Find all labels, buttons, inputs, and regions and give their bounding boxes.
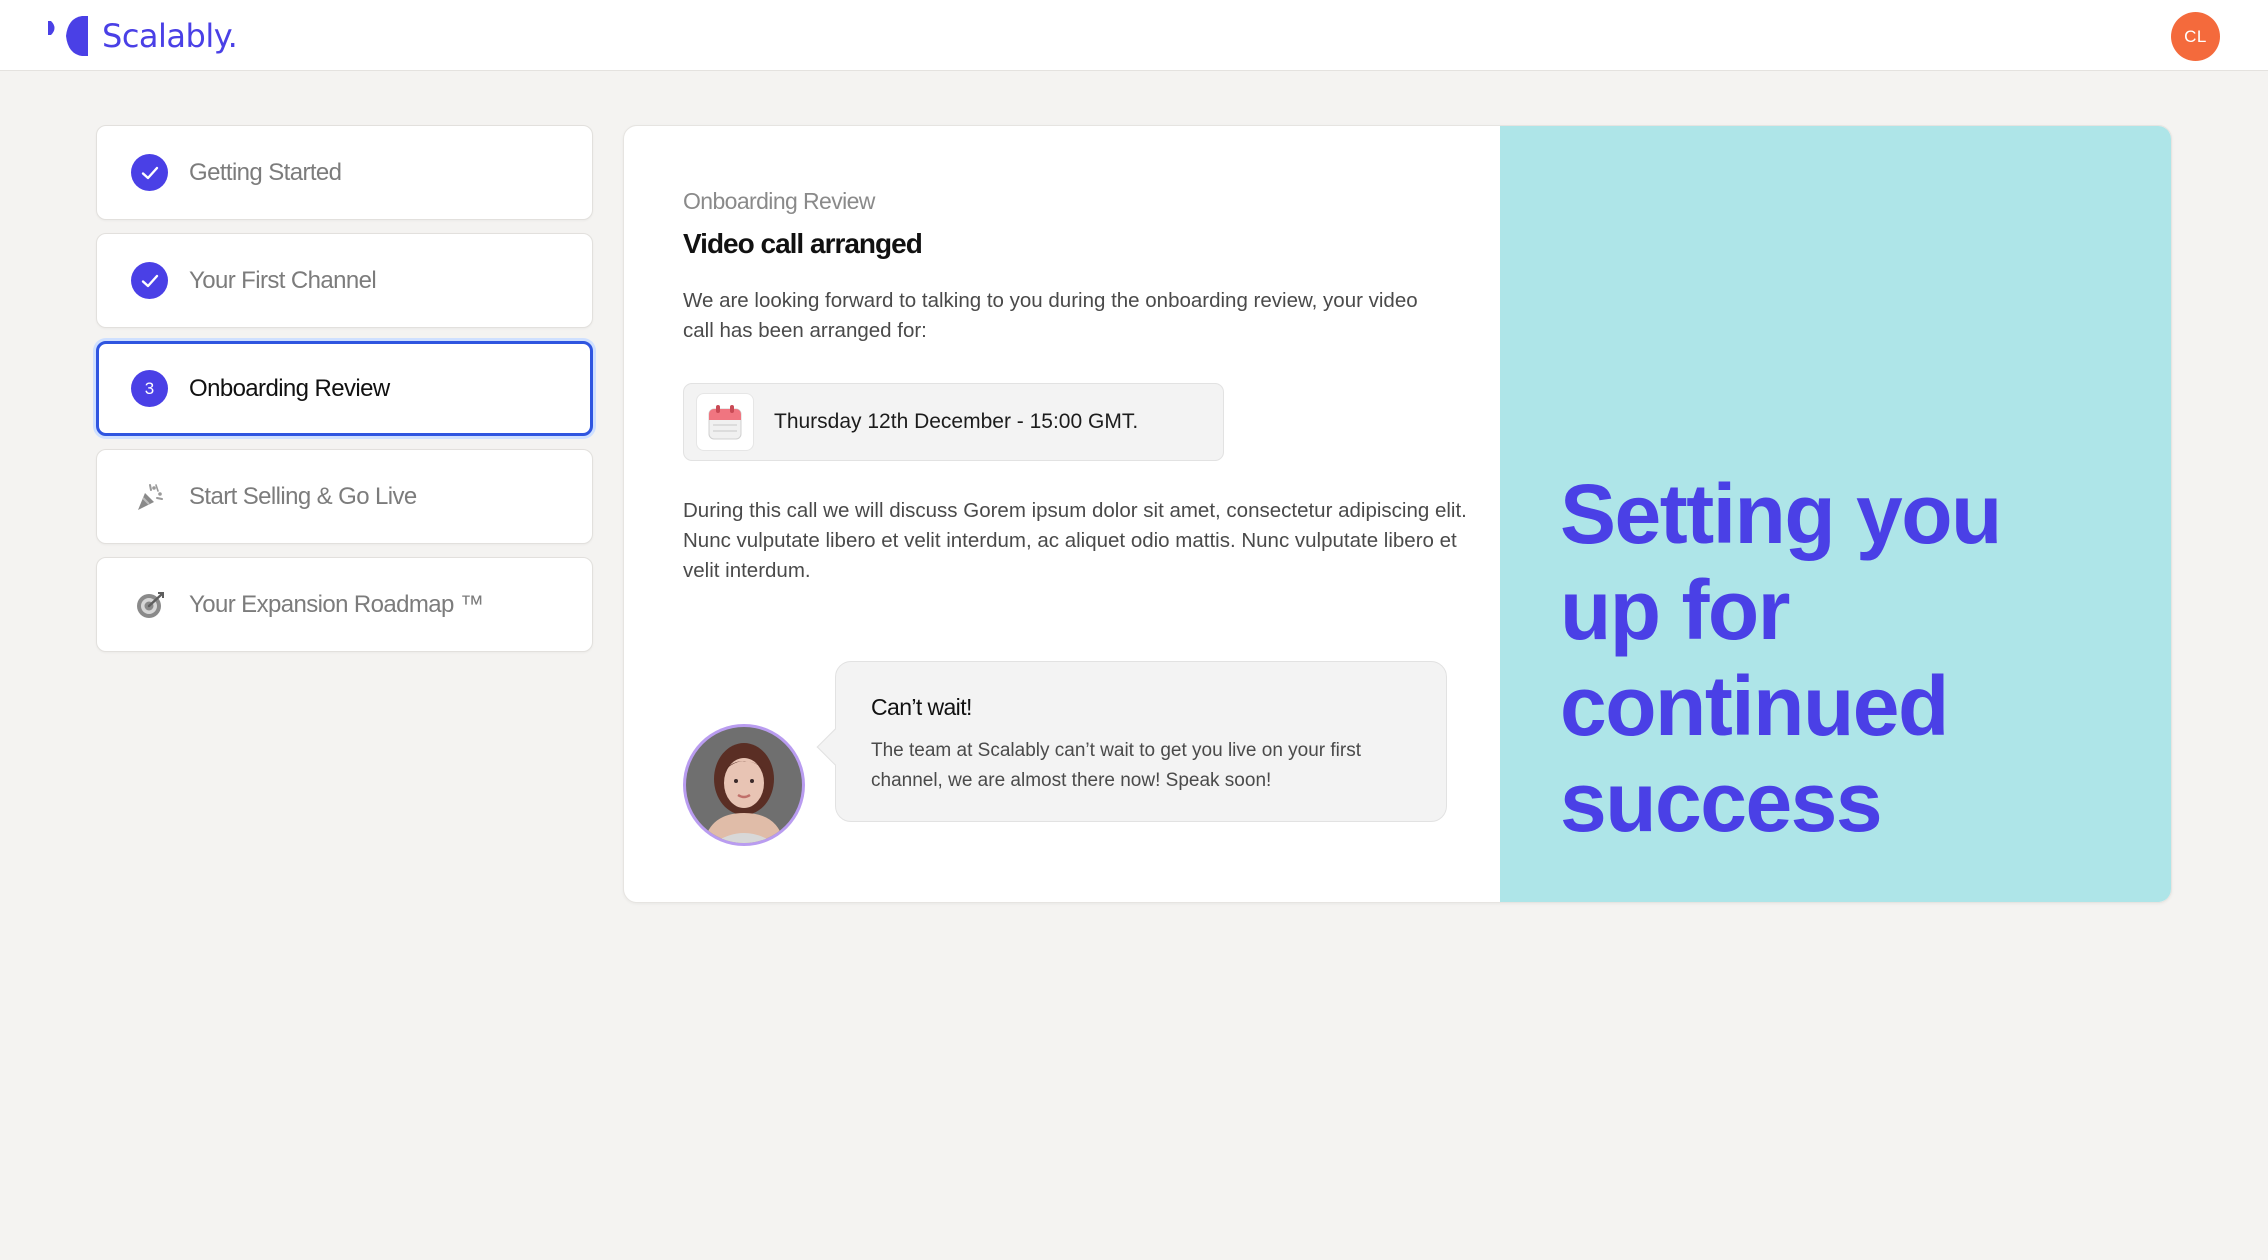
page-title: Video call arranged — [683, 228, 923, 259]
step-label: Getting Started — [189, 158, 342, 186]
calendar-icon — [696, 393, 754, 451]
party-popper-icon — [131, 478, 168, 515]
step-label: Your First Channel — [189, 266, 377, 294]
hero-heading: Setting you up for continued success — [1560, 467, 2002, 849]
check-icon — [131, 262, 168, 299]
onboarding-review-card: Onboarding Review Video call arranged We… — [623, 125, 2172, 903]
top-bar: Scalably. CL — [0, 0, 2268, 71]
step-number-badge: 3 — [131, 370, 168, 407]
step-start-selling[interactable]: Start Selling & Go Live — [96, 449, 593, 544]
call-description: During this call we will discuss Gorem i… — [683, 499, 1467, 582]
check-icon — [131, 154, 168, 191]
card-content: Onboarding Review Video call arranged We… — [624, 126, 1500, 902]
call-date-text: Thursday 12th December - 15:00 GMT. — [774, 410, 1139, 433]
logo-mark-icon — [48, 16, 88, 56]
message-text: The team at Scalably can’t wait to get y… — [871, 740, 1362, 791]
message-bubble: Can’t wait! The team at Scalably can’t w… — [816, 661, 1447, 822]
call-date-box: Thursday 12th December - 15:00 GMT. — [683, 383, 1224, 461]
step-label: Your Expansion Roadmap ™ — [189, 590, 484, 618]
step-expansion-roadmap[interactable]: Your Expansion Roadmap ™ — [96, 557, 593, 652]
step-your-first-channel[interactable]: Your First Channel — [96, 233, 593, 328]
target-icon — [131, 586, 168, 623]
section-eyebrow: Onboarding Review — [683, 188, 875, 214]
brand-name: Scalably. — [102, 17, 238, 55]
step-label: Onboarding Review — [189, 374, 390, 402]
step-onboarding-review[interactable]: 3 Onboarding Review — [96, 341, 593, 436]
onboarding-steps: Getting Started Your First Channel 3 Onb… — [96, 125, 593, 665]
message-title: Can’t wait! — [871, 694, 972, 720]
user-avatar[interactable]: CL — [2171, 12, 2220, 61]
intro-text: We are looking forward to talking to you… — [683, 289, 1418, 342]
team-member-avatar — [683, 724, 805, 846]
scalably-logo[interactable]: Scalably. — [46, 14, 238, 58]
step-label: Start Selling & Go Live — [189, 482, 417, 510]
hero-panel: Setting you up for continued success — [1500, 126, 2171, 902]
step-getting-started[interactable]: Getting Started — [96, 125, 593, 220]
